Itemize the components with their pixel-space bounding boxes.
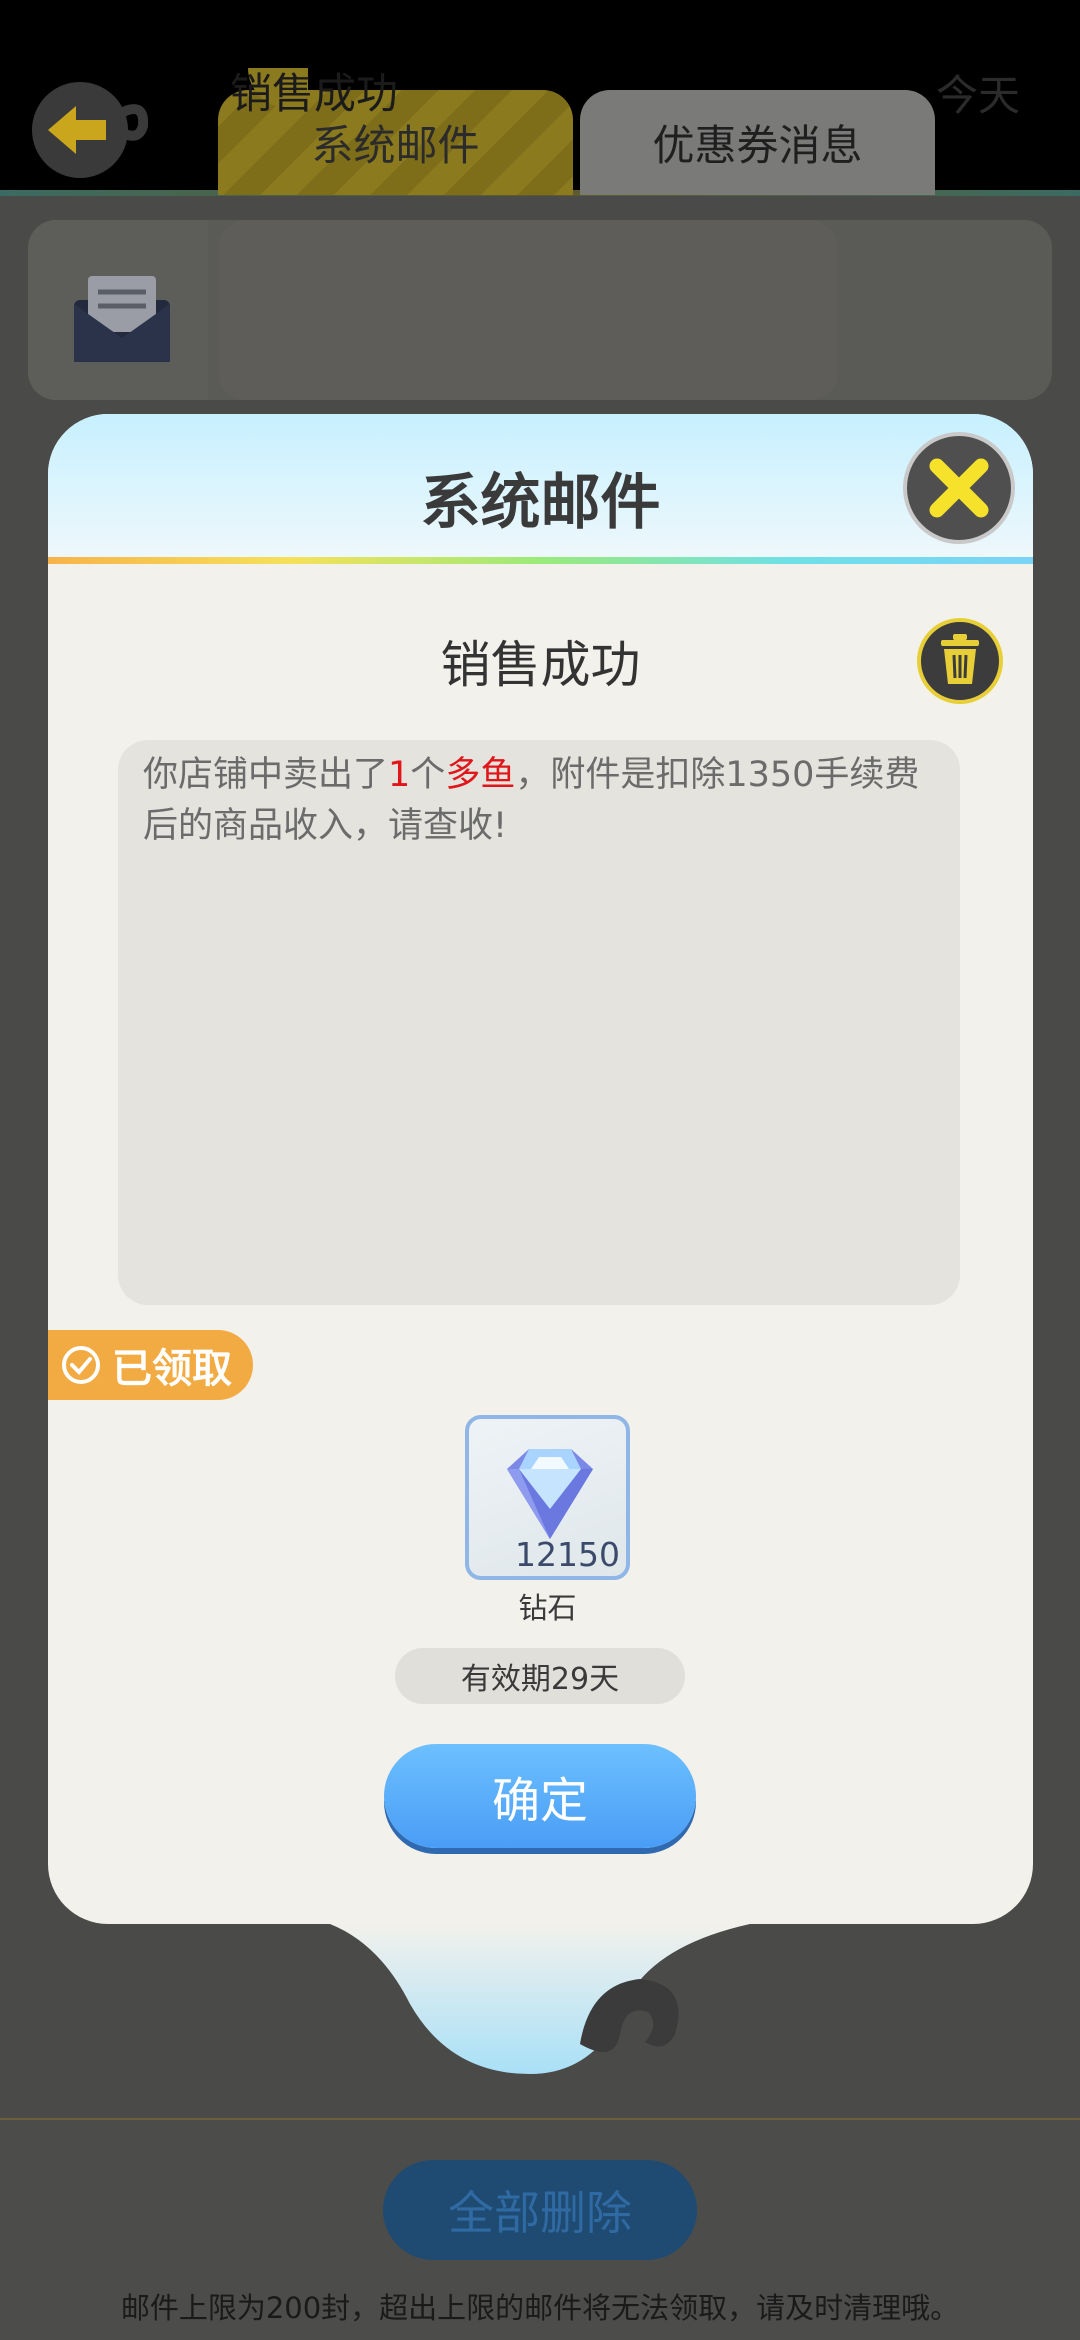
close-icon — [929, 458, 989, 518]
attachment-item[interactable]: 12150 — [465, 1415, 630, 1580]
tab-coupon-messages[interactable]: 优惠券消息 — [580, 90, 935, 195]
message-part1: 你店铺中卖出了 — [143, 755, 389, 795]
back-arrow-icon[interactable] — [28, 72, 148, 182]
mail-content-text: 你店铺中卖出了1个多鱼，附件是扣除1350手续费后的商品收入，请查收! — [143, 750, 943, 852]
mail-title-area — [218, 220, 838, 400]
message-part2: 个 — [410, 755, 446, 795]
claimed-label: 已领取 — [112, 1346, 232, 1392]
message-count: 1 — [388, 755, 411, 795]
message-item: 多鱼 — [445, 755, 516, 795]
dialog-tail-decoration — [330, 1924, 750, 2074]
expiry-badge: 有效期29天 — [395, 1648, 685, 1704]
envelope-icon — [74, 276, 170, 362]
diamond-icon — [507, 1449, 593, 1539]
dialog-header-divider — [48, 557, 1033, 564]
dialog-title: 系统邮件 — [420, 468, 661, 538]
attachment-name: 钻石 — [518, 1591, 577, 1625]
claimed-badge: 已领取 — [48, 1330, 253, 1400]
attachment-count: 12150 — [515, 1535, 620, 1574]
delete-mail-button[interactable] — [917, 618, 1003, 704]
tab-coupon-messages-label: 优惠券消息 — [652, 121, 863, 170]
close-button[interactable] — [903, 432, 1015, 544]
mail-limit-note: 邮件上限为200封，超出上限的邮件将无法领取，请及时清理哦。 — [120, 2291, 960, 2325]
trash-icon — [941, 634, 979, 684]
confirm-button[interactable]: 确定 — [384, 1744, 696, 1848]
mail-list-item[interactable] — [28, 220, 1052, 400]
mail-item-title: 销售成功 — [230, 69, 399, 118]
mail-subject: 销售成功 — [440, 636, 641, 694]
mail-item-date: 今天 — [935, 71, 1020, 120]
delete-all-button[interactable]: 全部删除 — [383, 2160, 697, 2260]
check-circle-icon — [62, 1346, 100, 1384]
mail-icon-box — [28, 220, 208, 400]
tab-system-mail-label: 系统邮件 — [311, 121, 480, 170]
